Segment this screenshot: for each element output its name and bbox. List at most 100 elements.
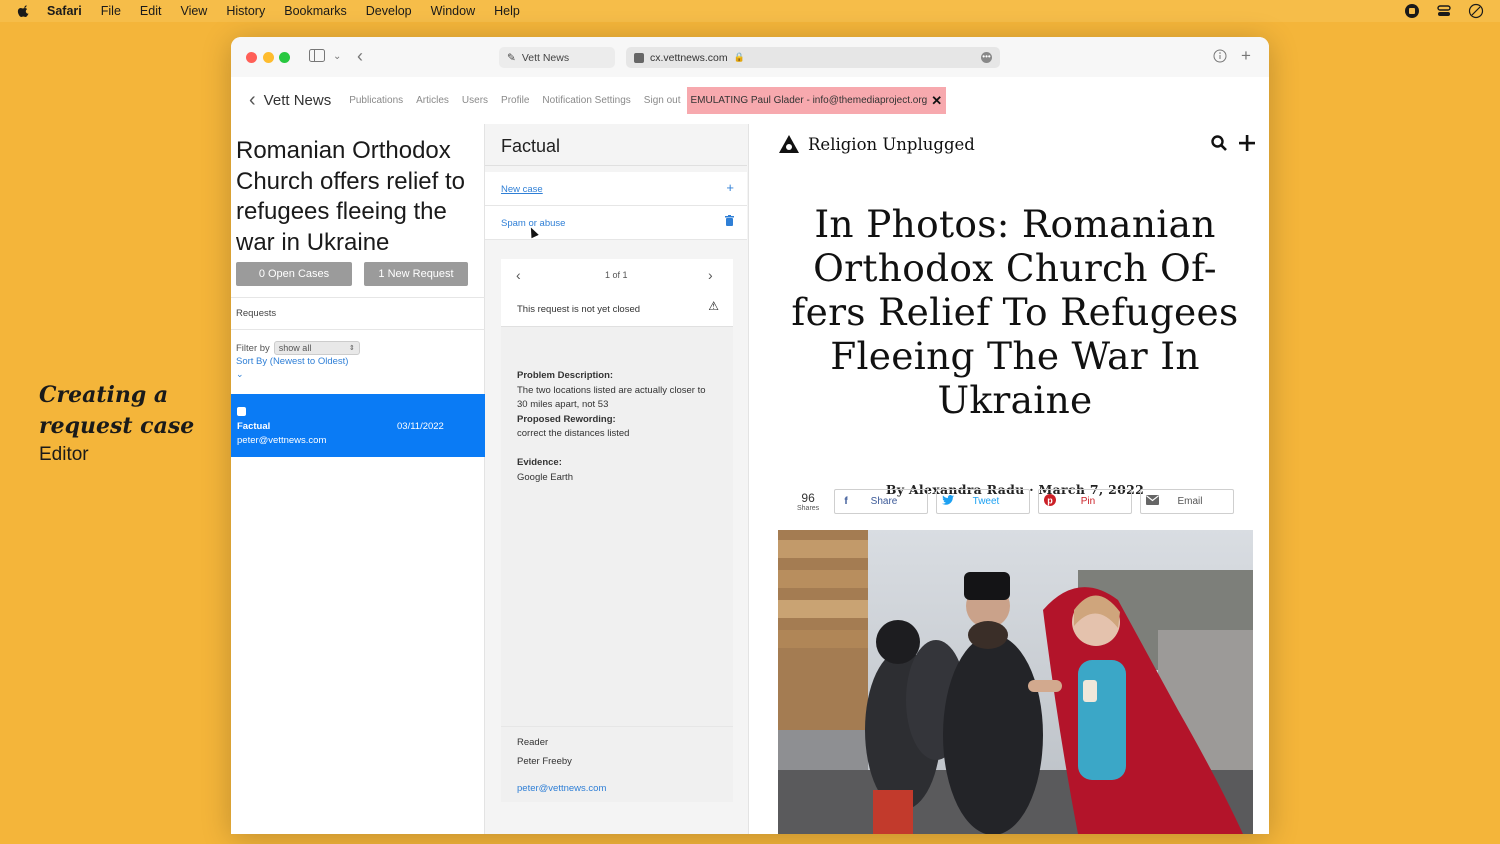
problem-label: Problem Description: [517, 370, 614, 381]
close-window-button[interactable] [246, 52, 257, 63]
case-body: Problem Description: The two locations l… [517, 369, 717, 485]
chevron-down-icon[interactable]: ⌄ [236, 369, 244, 380]
lock-icon: 🔒 [733, 52, 745, 62]
more-options-icon[interactable]: ••• [981, 52, 992, 63]
new-tab-icon[interactable]: + [1241, 46, 1251, 66]
new-request-button[interactable]: 1 New Request [364, 262, 468, 286]
clock-icon[interactable] [1468, 3, 1484, 19]
app-brand[interactable]: Vett News [264, 92, 332, 109]
tab-title: Vett News [521, 51, 570, 64]
nav-publications[interactable]: Publications [349, 95, 403, 106]
sidebar-toggle-icon[interactable] [309, 49, 325, 65]
pinterest-share-button[interactable]: p Pin [1038, 489, 1132, 514]
twitter-share-button[interactable]: Tweet [936, 489, 1030, 514]
caption-line-2: request case [39, 413, 195, 439]
nav-profile[interactable]: Profile [501, 95, 529, 106]
caption-line-1: Creating a [39, 382, 169, 408]
new-case-row[interactable]: New case + [485, 172, 747, 206]
address-bar[interactable]: cx.vettnews.com 🔒 ••• [626, 47, 1000, 68]
filter-select[interactable]: show all ⇕ [273, 341, 360, 355]
reader-label: Reader [517, 737, 549, 748]
facebook-icon: f [844, 496, 848, 507]
request-detail-header: Factual [485, 124, 747, 166]
plus-icon[interactable]: + [726, 180, 734, 195]
site-header-icons [1211, 134, 1255, 157]
menu-file[interactable]: File [101, 4, 121, 18]
article-title: Romanian Orthodox Church offers relief t… [236, 137, 465, 256]
share-label: Share [870, 496, 898, 507]
email-label: Email [1177, 496, 1203, 507]
screen-record-icon[interactable] [1404, 3, 1420, 19]
reader-email-link[interactable]: peter@vettnews.com [517, 783, 606, 794]
back-arrow-icon[interactable]: ‹ [357, 46, 363, 67]
select-arrows-icon: ⇕ [348, 345, 355, 352]
reader-name: Peter Freeby [517, 756, 572, 767]
emulating-text: EMULATING Paul Glader - info@themediapro… [690, 95, 928, 106]
tweet-label: Tweet [972, 496, 1000, 507]
menu-view[interactable]: View [180, 4, 207, 18]
case-card: ‹ 1 of 1 › This request is not yet close… [501, 259, 733, 739]
search-icon[interactable] [1211, 134, 1227, 157]
info-icon[interactable] [1213, 49, 1227, 66]
chevron-down-icon[interactable]: ⌄ [333, 51, 341, 62]
caption-line-3: Editor [39, 444, 89, 465]
control-center-icon[interactable] [1436, 3, 1452, 19]
request-detail-panel: Factual New case + Spam or abuse ‹ 1 of … [485, 124, 749, 834]
request-list-item[interactable]: Factual peter@vettnews.com 03/11/2022 [231, 394, 485, 457]
nav-users[interactable]: Users [462, 95, 488, 106]
article-requests-panel: Romanian Orthodox Church offers relief t… [231, 124, 485, 834]
menu-bookmarks[interactable]: Bookmarks [284, 4, 347, 18]
minimize-window-button[interactable] [263, 52, 274, 63]
email-share-button[interactable]: Email [1140, 489, 1234, 514]
nav-sign-out[interactable]: Sign out [644, 95, 681, 106]
url-text: cx.vettnews.com [650, 51, 728, 64]
menu-edit[interactable]: Edit [140, 4, 162, 18]
divider [231, 329, 485, 330]
zoom-window-button[interactable] [279, 52, 290, 63]
menu-window[interactable]: Window [431, 4, 475, 18]
prev-arrow-icon[interactable]: ‹ [516, 267, 521, 283]
evidence-label: Evidence: [517, 457, 562, 468]
menu-develop[interactable]: Develop [366, 4, 412, 18]
svg-text:p: p [1047, 495, 1053, 505]
pin-label: Pin [1080, 496, 1096, 507]
divider [231, 297, 485, 298]
safari-window: ⌄ ‹ ✎ Vett News cx.vettnews.com 🔒 ••• + … [231, 37, 1269, 834]
site-logo[interactable]: Religion Unplugged [778, 134, 975, 154]
problem-text: The two locations listed are actually cl… [517, 384, 706, 411]
macos-menubar: Safari File Edit View History Bookmarks … [0, 0, 1500, 22]
next-arrow-icon[interactable]: › [708, 267, 713, 283]
request-date: 03/11/2022 [397, 421, 444, 432]
nav-notification-settings[interactable]: Notification Settings [542, 95, 630, 106]
apple-icon[interactable] [17, 4, 31, 18]
filter-value: show all [278, 343, 312, 353]
menu-app-safari[interactable]: Safari [47, 4, 82, 18]
browser-toolbar: ⌄ ‹ ✎ Vett News cx.vettnews.com 🔒 ••• + [231, 37, 1269, 77]
facebook-share-button[interactable]: f Share [834, 489, 928, 514]
favicon-icon [634, 52, 644, 63]
plus-icon[interactable] [1239, 134, 1255, 157]
pagination-text: 1 of 1 [605, 270, 628, 280]
nav-articles[interactable]: Articles [416, 95, 449, 106]
close-emulation-icon[interactable]: ✕ [931, 93, 942, 109]
emulating-banner: EMULATING Paul Glader - info@themediapro… [686, 87, 947, 114]
share-count-label: Shares [797, 505, 820, 512]
twitter-icon [937, 495, 959, 508]
share-count: 96 Shares [797, 491, 819, 512]
menu-history[interactable]: History [226, 4, 265, 18]
browser-tab-vett-news[interactable]: ✎ Vett News [499, 47, 615, 68]
requests-label: Requests [236, 308, 277, 319]
menu-help[interactable]: Help [494, 4, 520, 18]
sort-link[interactable]: Sort By (Newest to Oldest) [236, 356, 348, 367]
triangle-logo-icon [779, 135, 799, 153]
request-checkbox[interactable] [237, 407, 246, 416]
new-case-link[interactable]: New case [501, 184, 543, 195]
open-cases-button[interactable]: 0 Open Cases [236, 262, 352, 286]
app-navbar: ‹ Vett News Publications Articles Users … [231, 77, 1269, 124]
spam-row[interactable]: Spam or abuse [485, 206, 747, 240]
trash-icon[interactable] [725, 214, 734, 229]
rewording-label: Proposed Rewording: [517, 413, 616, 425]
evidence-text: Google Earth [517, 471, 573, 483]
warning-icon: ⚠ [708, 299, 719, 313]
back-chevron-icon[interactable]: ‹ [249, 89, 256, 112]
